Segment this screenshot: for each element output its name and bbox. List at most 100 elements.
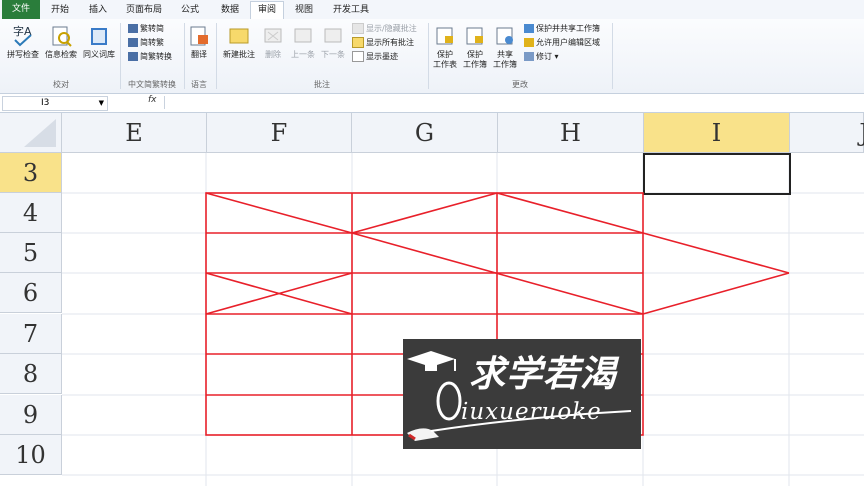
- delete-comment-icon: [264, 28, 282, 43]
- protect-sheet-button[interactable]: 保护 工作表: [430, 24, 460, 70]
- chinese-conversion-icon: [128, 52, 138, 61]
- simp-to-trad-label: 简转繁: [140, 38, 164, 47]
- ribbon: 字A 拼写检查 信息检索 同义词库 校对 繁转简 简转繁 简繁转换 中文简繁转换…: [0, 19, 864, 94]
- formula-bar: I3 ▼ fx: [0, 94, 864, 113]
- show-hide-comment-button[interactable]: 显示/隐藏批注: [352, 23, 417, 35]
- column-header-g[interactable]: G: [352, 113, 498, 153]
- previous-comment-icon: [294, 28, 312, 43]
- next-comment-label: 下一条: [321, 50, 345, 59]
- selected-cell-i3[interactable]: [643, 153, 791, 195]
- tab-file[interactable]: 文件: [2, 0, 40, 19]
- chevron-down-icon: ▾: [552, 52, 559, 61]
- protect-workbook-button[interactable]: 保护 工作簿: [460, 24, 490, 70]
- allow-edit-ranges-button[interactable]: 允许用户编辑区域: [524, 37, 600, 49]
- thesaurus-button[interactable]: 同义词库: [80, 24, 118, 60]
- group-label-changes: 更改: [512, 80, 528, 89]
- protect-sheet-icon: [436, 27, 453, 45]
- protect-share-workbook-button[interactable]: 保护并共享工作簿: [524, 23, 600, 35]
- simp-to-trad-icon: [128, 38, 138, 47]
- watermark-logo: 求学若渴 iuxueruoke: [403, 339, 641, 449]
- group-label-proofing: 校对: [53, 80, 69, 89]
- allow-edit-ranges-icon: [524, 38, 534, 47]
- watermark-title: 求学若渴: [469, 353, 618, 395]
- tab-review[interactable]: 审阅: [250, 1, 284, 20]
- allow-edit-ranges-label: 允许用户编辑区域: [536, 38, 600, 47]
- previous-comment-button[interactable]: 上一条: [288, 24, 318, 60]
- translate-button[interactable]: 翻译: [186, 24, 212, 60]
- show-ink-button[interactable]: 显示墨迹: [352, 51, 398, 63]
- tab-developer[interactable]: 开发工具: [326, 2, 376, 19]
- column-header-e[interactable]: E: [62, 113, 207, 153]
- trad-to-simp-button[interactable]: 繁转简: [128, 23, 164, 35]
- track-changes-label: 修订: [536, 52, 552, 61]
- translate-icon: [190, 26, 208, 46]
- previous-comment-label: 上一条: [291, 50, 315, 59]
- thesaurus-icon: [91, 28, 107, 45]
- tab-insert[interactable]: 插入: [80, 2, 116, 19]
- chinese-conversion-label: 简繁转换: [140, 52, 172, 61]
- new-comment-button[interactable]: 新建批注: [220, 24, 258, 60]
- share-workbook-button[interactable]: 共享 工作簿: [490, 24, 520, 70]
- new-comment-icon: [229, 28, 249, 44]
- formula-input[interactable]: [164, 96, 863, 109]
- protect-share-icon: [524, 24, 534, 33]
- name-box[interactable]: I3 ▼: [2, 96, 108, 111]
- tab-home[interactable]: 开始: [44, 2, 76, 19]
- tab-view[interactable]: 视图: [286, 2, 322, 19]
- spellcheck-label: 拼写检查: [7, 50, 39, 59]
- share-workbook-label-1: 共享: [497, 50, 513, 59]
- delete-comment-button[interactable]: 删除: [260, 24, 286, 60]
- row-header-10[interactable]: 10: [0, 435, 62, 475]
- group-separator: [120, 23, 121, 89]
- row-header-9[interactable]: 9: [0, 395, 62, 435]
- corner-triangle-icon: [24, 119, 56, 147]
- column-header-i[interactable]: I: [644, 113, 790, 153]
- show-all-comments-button[interactable]: 显示所有批注: [352, 37, 414, 49]
- next-comment-button[interactable]: 下一条: [318, 24, 348, 60]
- group-separator: [428, 23, 429, 89]
- trad-to-simp-icon: [128, 24, 138, 33]
- thesaurus-label: 同义词库: [83, 50, 115, 59]
- row-header-6[interactable]: 6: [0, 273, 62, 313]
- protect-workbook-label-2: 工作簿: [463, 60, 487, 69]
- translate-label: 翻译: [191, 50, 207, 59]
- ribbon-tabs: 文件 开始 插入 页面布局 公式 数据 审阅 视图 开发工具: [0, 0, 864, 20]
- show-all-comments-icon: [352, 37, 364, 48]
- column-header-f[interactable]: F: [207, 113, 352, 153]
- row-header-8[interactable]: 8: [0, 354, 62, 394]
- row-header-4[interactable]: 4: [0, 193, 62, 233]
- show-ink-label: 显示墨迹: [366, 52, 398, 61]
- chevron-down-icon[interactable]: ▼: [99, 97, 104, 110]
- spellcheck-button[interactable]: 字A 拼写检查: [4, 24, 42, 60]
- show-all-comments-label: 显示所有批注: [366, 38, 414, 47]
- research-icon: [52, 26, 72, 47]
- row-header-7[interactable]: 7: [0, 314, 62, 354]
- group-label-language: 语言: [191, 80, 207, 89]
- group-separator: [216, 23, 217, 89]
- research-label: 信息检索: [45, 50, 77, 59]
- protect-sheet-label-1: 保护: [437, 50, 453, 59]
- spellcheck-icon: 字A: [13, 24, 32, 47]
- protect-sheet-label-2: 工作表: [433, 60, 457, 69]
- show-hide-comment-label: 显示/隐藏批注: [366, 24, 417, 33]
- chinese-conversion-button[interactable]: 简繁转换: [128, 51, 172, 63]
- column-header-h[interactable]: H: [498, 113, 644, 153]
- group-label-chinese: 中文简繁转换: [128, 80, 176, 89]
- track-changes-button[interactable]: 修订 ▾: [524, 51, 559, 63]
- delete-comment-label: 删除: [265, 50, 281, 59]
- row-header-5[interactable]: 5: [0, 233, 62, 273]
- tab-data[interactable]: 数据: [212, 2, 248, 19]
- tab-formulas[interactable]: 公式: [172, 2, 208, 19]
- column-header-j[interactable]: J: [790, 113, 864, 153]
- group-separator: [612, 23, 613, 89]
- insert-function-button[interactable]: fx: [148, 95, 157, 105]
- research-button[interactable]: 信息检索: [42, 24, 80, 60]
- tab-page-layout[interactable]: 页面布局: [118, 2, 170, 19]
- row-header-3[interactable]: 3: [0, 153, 62, 193]
- share-workbook-icon: [496, 27, 513, 45]
- show-ink-icon: [352, 51, 364, 62]
- next-comment-icon: [324, 28, 342, 43]
- simp-to-trad-button[interactable]: 简转繁: [128, 37, 164, 49]
- select-all-corner[interactable]: [0, 113, 62, 153]
- protect-workbook-label-1: 保护: [467, 50, 483, 59]
